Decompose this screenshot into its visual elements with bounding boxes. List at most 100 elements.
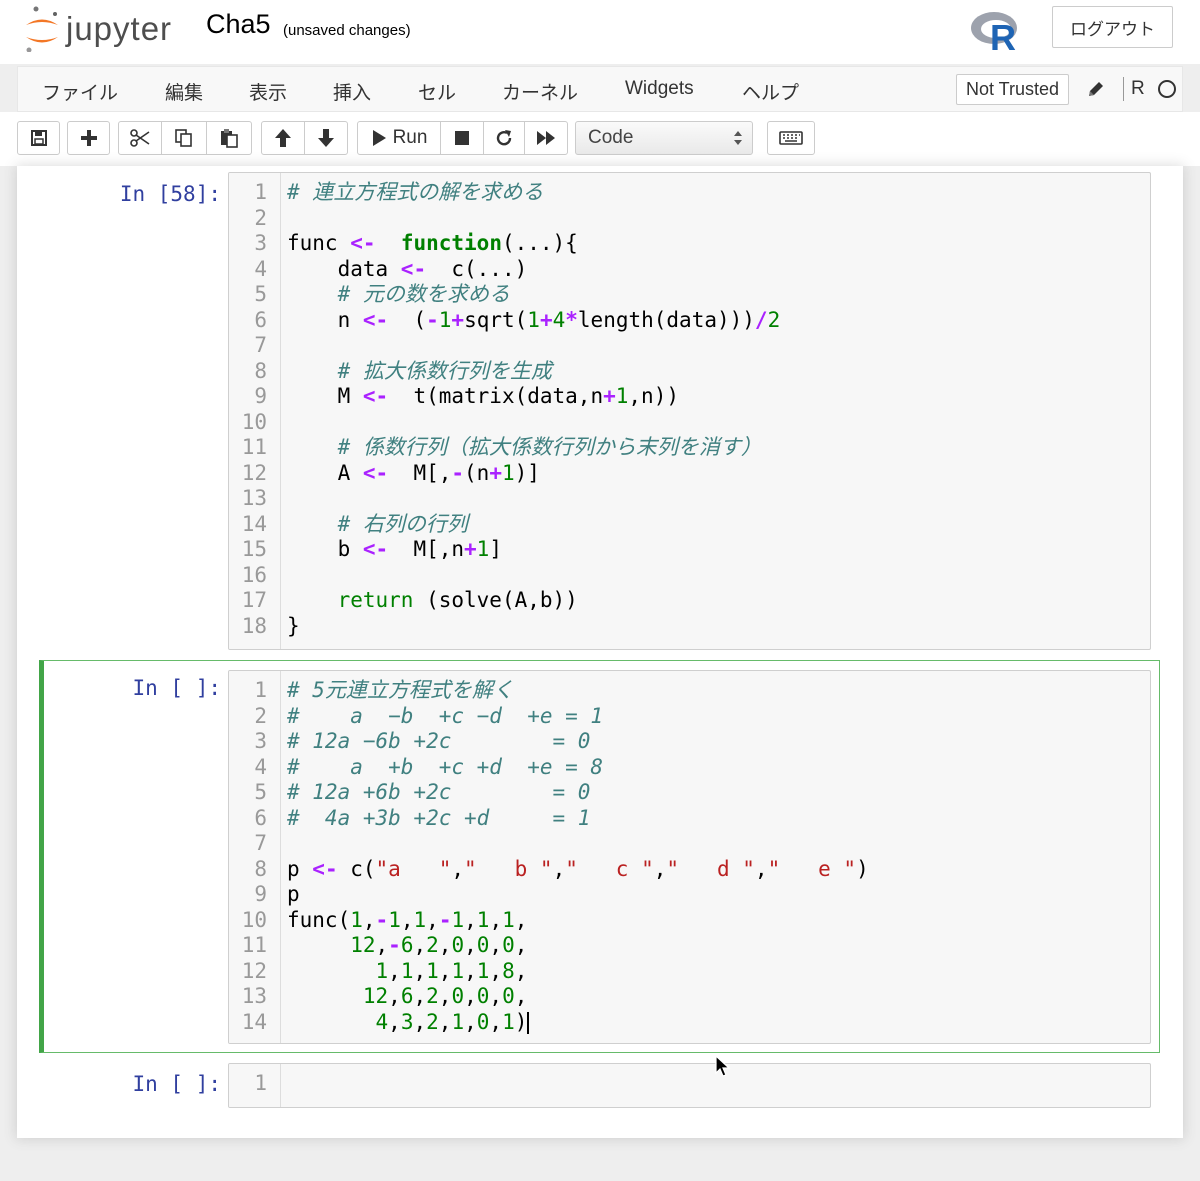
insert-cell-button[interactable] xyxy=(67,121,110,155)
code-editor[interactable]: 1 # 連立方程式の解を求める 2 3 func <- function(...){4 … xyxy=(228,172,1151,650)
cut-button[interactable] xyxy=(118,121,162,155)
not-trusted-button[interactable]: Not Trusted xyxy=(956,74,1069,105)
plus-icon xyxy=(80,130,97,146)
move-up-button[interactable] xyxy=(261,121,305,155)
save-button[interactable] xyxy=(17,121,60,155)
code-line[interactable]: 9p xyxy=(229,882,1150,908)
code-token: , xyxy=(413,933,427,957)
run-button[interactable]: Run xyxy=(357,121,441,155)
code-token: , xyxy=(489,907,503,932)
menu-edit[interactable]: 編集 xyxy=(165,78,203,105)
code-line[interactable]: 6 # 4a +3b +2c +d = 1 xyxy=(229,806,1150,832)
code-line[interactable]: 4 data <- c(...) xyxy=(229,257,1150,283)
restart-run-all-button[interactable] xyxy=(524,121,568,155)
code-token: <- xyxy=(362,384,389,408)
interrupt-button[interactable] xyxy=(440,121,484,155)
code-line[interactable]: 8p <- c("a "," b "," c "," d "," e ") xyxy=(229,857,1150,883)
line-number: 13 xyxy=(241,486,267,510)
code-line[interactable]: 1 # 連立方程式の解を求める xyxy=(229,180,1150,206)
code-line[interactable]: 2 # a −b +c −d +e = 1 xyxy=(229,704,1150,730)
code-line[interactable]: 4 # a +b +c +d +e = 8 xyxy=(229,755,1150,781)
code-token: # a +b +c +d +e = 8 xyxy=(287,754,604,779)
menu-file[interactable]: ファイル xyxy=(42,78,118,105)
code-cell-3[interactable]: In [ ]: 1 xyxy=(17,1060,1183,1110)
code-line[interactable]: 17 return (solve(A,b)) xyxy=(229,588,1150,614)
code-token: 12 xyxy=(350,933,376,957)
notebook-name[interactable]: Cha5 xyxy=(206,9,271,40)
r-kernel-logo: R xyxy=(970,8,1022,58)
menu-cell[interactable]: セル xyxy=(418,78,456,105)
code-token: , xyxy=(514,984,528,1008)
menu-help[interactable]: ヘルプ xyxy=(742,78,799,105)
menu-widgets[interactable]: Widgets xyxy=(625,78,694,100)
code-line[interactable]: 16 xyxy=(229,563,1150,589)
code-line[interactable]: 10 xyxy=(229,410,1150,436)
line-number: 7 xyxy=(254,831,267,855)
menu-insert[interactable]: 挿入 xyxy=(333,78,371,105)
code-line[interactable]: 14 # 右列の行列 xyxy=(229,512,1150,538)
code-token: , xyxy=(489,1009,503,1034)
code-line[interactable]: 13 12,6,2,0,0,0, xyxy=(229,984,1150,1010)
code-token: M xyxy=(287,384,363,408)
pencil-icon[interactable] xyxy=(1086,79,1106,104)
code-line[interactable]: 8 # 拡大係数行列を生成 xyxy=(229,359,1150,385)
code-token: , xyxy=(653,856,667,881)
code-line[interactable]: 5 # 元の数を求める xyxy=(229,282,1150,308)
code-line[interactable]: 13 xyxy=(229,486,1150,512)
code-line[interactable]: 18} xyxy=(229,614,1150,640)
code-token: sqrt( xyxy=(464,307,528,332)
code-token: , xyxy=(438,1009,452,1034)
code-cell-2[interactable]: In [ ]: 1 # 5元連立方程式を解く 2 # a −b +c −d +e = … xyxy=(17,660,1183,1053)
code-line[interactable]: 5 # 12a +6b +2c = 0 xyxy=(229,780,1150,806)
code-line[interactable]: 9 M <- t(matrix(data,n+1,n)) xyxy=(229,384,1150,410)
code-token: 1 xyxy=(413,907,427,932)
code-line[interactable]: 2 xyxy=(229,206,1150,232)
command-palette-button[interactable] xyxy=(767,121,815,155)
code-token: "a " xyxy=(375,856,452,881)
code-token: c( xyxy=(337,856,376,881)
code-token: + xyxy=(539,307,553,332)
restart-button[interactable] xyxy=(483,121,525,155)
code-line[interactable]: 12 A <- M[,-(n+1)] xyxy=(229,461,1150,487)
code-line[interactable]: 1 # 5元連立方程式を解く xyxy=(229,678,1150,704)
logout-button[interactable]: ログアウト xyxy=(1052,6,1173,48)
code-text: data <- c(...) xyxy=(287,257,528,283)
code-line[interactable]: 11 # 係数行列（拡大係数行列から末列を消す） xyxy=(229,435,1150,461)
code-line[interactable]: 12 1,1,1,1,1,8, xyxy=(229,959,1150,985)
code-cell-1[interactable]: In [58]: 1 # 連立方程式の解を求める 2 3 func <- functio… xyxy=(17,166,1183,656)
code-editor[interactable]: 1 xyxy=(228,1063,1151,1108)
code-line[interactable]: 15 b <- M[,n+1] xyxy=(229,537,1150,563)
menu-view[interactable]: 表示 xyxy=(249,78,287,105)
code-token: # a −b +c −d +e = 1 xyxy=(287,703,604,728)
code-line[interactable]: 7 xyxy=(229,333,1150,359)
code-line[interactable]: 6 n <- (-1+sqrt(1+4*length(data)))/2 xyxy=(229,308,1150,334)
code-text: # 元の数を求める xyxy=(287,282,510,308)
line-number: 4 xyxy=(254,754,267,779)
code-token: 0 xyxy=(451,984,465,1008)
line-number: 2 xyxy=(254,703,267,728)
code-token: 1 xyxy=(615,384,629,408)
paste-icon xyxy=(221,129,238,148)
code-line[interactable]: 11 12,-6,2,0,0,0, xyxy=(229,933,1150,959)
code-line[interactable]: 3 # 12a −6b +2c = 0 xyxy=(229,729,1150,755)
code-line[interactable]: 7 xyxy=(229,831,1150,857)
move-down-button[interactable] xyxy=(304,121,348,155)
code-line[interactable]: 3 func <- function(...){ xyxy=(229,231,1150,257)
copy-button[interactable] xyxy=(161,121,207,155)
code-token: , xyxy=(552,856,566,881)
code-text: M <- t(matrix(data,n+1,n)) xyxy=(287,384,679,410)
code-editor[interactable]: 1 # 5元連立方程式を解く 2 # a −b +c −d +e = 1 3 # 12a … xyxy=(228,670,1151,1044)
code-line[interactable]: 1 xyxy=(229,1071,1150,1097)
paste-button[interactable] xyxy=(206,121,252,155)
code-line[interactable]: 10 func(1,-1,1,-1,1,1, xyxy=(229,908,1150,934)
cell-type-select[interactable]: Code xyxy=(575,121,753,155)
jupyter-logo-text: jupyter xyxy=(66,10,173,47)
menu-kernel[interactable]: カーネル xyxy=(502,78,578,105)
code-token: M[,n xyxy=(388,537,465,561)
code-line[interactable]: 14 4,3,2,1,0,1) xyxy=(229,1010,1150,1036)
code-text: 4,3,2,1,0,1) xyxy=(287,1009,530,1036)
line-number: 9 xyxy=(254,384,267,408)
code-token: , xyxy=(388,1009,401,1034)
jupyter-logo[interactable]: jupyter xyxy=(22,6,202,56)
